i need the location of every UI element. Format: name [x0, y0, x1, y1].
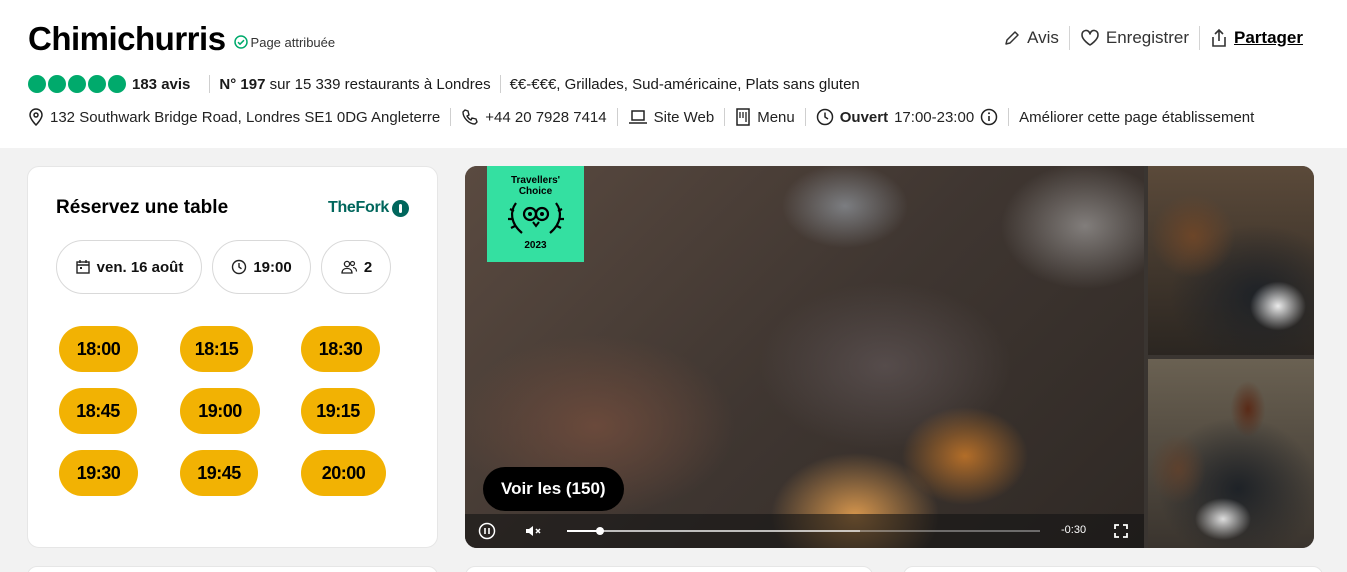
menu-link[interactable]: Menu	[735, 107, 795, 127]
hours-text: 17:00-23:00	[894, 108, 975, 126]
rating-bubble	[108, 75, 126, 93]
time-slot-button[interactable]: 18:45	[59, 388, 137, 434]
info-row: 132 Southwark Bridge Road, Londres SE1 0…	[28, 106, 1254, 128]
section-card	[27, 566, 438, 572]
time-value: 19:00	[253, 258, 292, 276]
reservation-card: Réservez une table TheFork ven. 16 août …	[27, 166, 438, 548]
see-all-photos-button[interactable]: Voir les (150)	[483, 467, 624, 511]
menu-book-icon	[736, 108, 750, 126]
time-slot-button[interactable]: 19:30	[59, 450, 138, 496]
website-link[interactable]: Site Web	[628, 108, 715, 126]
cuisine-tags: €€-€€€, Grillades, Sud-américaine, Plats…	[509, 75, 860, 93]
opening-hours[interactable]: Ouvert 17:00-23:00	[816, 108, 998, 126]
divider	[499, 75, 501, 93]
address-text: 132 Southwark Bridge Road, Londres SE1 0…	[50, 108, 441, 126]
time-slot-button[interactable]: 18:30	[301, 326, 380, 372]
check-circle-icon	[233, 35, 248, 49]
photo-thumbnail[interactable]	[1148, 359, 1314, 548]
time-slot-button[interactable]: 19:00	[180, 388, 260, 434]
divider	[616, 108, 618, 126]
video-controls: -0:30	[465, 514, 1144, 548]
time-remaining: -0:30	[1061, 524, 1087, 536]
restaurant-name: Chimichurris	[28, 20, 226, 57]
time-slot-button[interactable]: 18:15	[180, 326, 253, 372]
ranking-link[interactable]: N° 197 sur 15 339 restaurants à Londres	[219, 76, 490, 93]
clock-icon	[816, 108, 833, 126]
share-button[interactable]: Partager	[1199, 26, 1313, 50]
video-progress-bar[interactable]	[567, 527, 1040, 535]
date-value: ven. 16 août	[96, 258, 184, 276]
save-button[interactable]: Enregistrer	[1068, 26, 1199, 50]
rank-text: sur 15 339 restaurants à Londres	[269, 75, 491, 93]
rating-bubble	[88, 75, 106, 93]
time-slot-button[interactable]: 18:00	[59, 326, 138, 372]
badge-line1: Travellers'	[510, 175, 561, 186]
rating-row: 183 avis N° 197 sur 15 339 restaurants à…	[28, 73, 860, 95]
claimed-label: Page attribuée	[250, 34, 336, 50]
reservation-title: Réservez une table	[56, 197, 229, 218]
divider	[209, 75, 211, 93]
share-label: Partager	[1234, 28, 1303, 47]
photo-thumbnail[interactable]	[1148, 166, 1314, 355]
claimed-badge: Page attribuée	[233, 34, 336, 50]
title-row: Chimichurris Page attribuée	[28, 20, 335, 58]
reviews-count-link[interactable]: 183 avis	[132, 76, 190, 93]
progress-buffer	[567, 530, 861, 532]
improve-text: Améliorer cette page établissement	[1019, 108, 1255, 126]
media-gallery: Travellers' Choice 2023 Voir les (150) -…	[465, 166, 1314, 548]
save-label: Enregistrer	[1105, 28, 1190, 47]
rating-bubble	[28, 75, 46, 93]
rating-bubbles[interactable]	[28, 75, 126, 93]
guests-selector[interactable]: 2	[321, 240, 391, 294]
travellers-choice-badge: Travellers' Choice 2023	[487, 166, 584, 262]
mute-icon[interactable]	[524, 522, 542, 540]
heart-icon	[1081, 29, 1099, 46]
time-slot-button[interactable]: 20:00	[301, 450, 386, 496]
phone-icon	[462, 109, 478, 125]
progress-knob[interactable]	[596, 527, 605, 535]
divider	[724, 108, 726, 126]
phone-link[interactable]: +44 20 7928 7414	[461, 108, 607, 126]
improve-page-link[interactable]: Améliorer cette page établissement	[1019, 109, 1254, 126]
rating-bubble	[48, 75, 66, 93]
restaurant-header: Chimichurris Page attribuée Avis Enregis…	[0, 0, 1347, 148]
divider	[1008, 108, 1010, 126]
review-label: Avis	[1027, 28, 1059, 47]
date-selector[interactable]: ven. 16 août	[56, 240, 202, 294]
divider	[804, 108, 806, 126]
info-icon[interactable]	[980, 108, 998, 126]
thefork-logo: TheFork	[328, 199, 409, 217]
phone-text: +44 20 7928 7414	[485, 108, 607, 126]
clock-icon	[232, 259, 247, 275]
fullscreen-icon[interactable]	[1112, 522, 1130, 540]
badge-line2: Choice	[518, 186, 553, 197]
laptop-icon	[628, 110, 647, 124]
thefork-wordmark: TheFork	[327, 199, 389, 216]
thefork-leaf-icon	[392, 199, 409, 217]
calendar-icon	[75, 260, 90, 274]
menu-text: Menu	[757, 108, 795, 126]
website-text: Site Web	[653, 108, 715, 126]
section-card	[903, 566, 1323, 572]
time-slot-button[interactable]: 19:15	[301, 388, 375, 434]
header-actions: Avis Enregistrer Partager	[993, 26, 1313, 50]
time-slot-button[interactable]: 19:45	[180, 450, 258, 496]
section-card	[465, 566, 873, 572]
open-status: Ouvert	[839, 108, 889, 126]
write-review-button[interactable]: Avis	[993, 26, 1069, 50]
guests-value: 2	[363, 258, 373, 276]
badge-year: 2023	[524, 240, 547, 251]
rating-bubble	[68, 75, 86, 93]
share-icon	[1212, 28, 1226, 47]
time-selector[interactable]: 19:00	[212, 240, 311, 294]
address-link[interactable]: 132 Southwark Bridge Road, Londres SE1 0…	[28, 108, 440, 126]
pause-icon[interactable]	[478, 522, 496, 540]
map-pin-icon	[29, 108, 43, 126]
owl-laurel-icon	[507, 202, 564, 234]
divider	[450, 108, 452, 126]
pencil-icon	[1005, 31, 1019, 45]
people-icon	[341, 260, 357, 274]
rank-number: N° 197	[219, 75, 266, 93]
